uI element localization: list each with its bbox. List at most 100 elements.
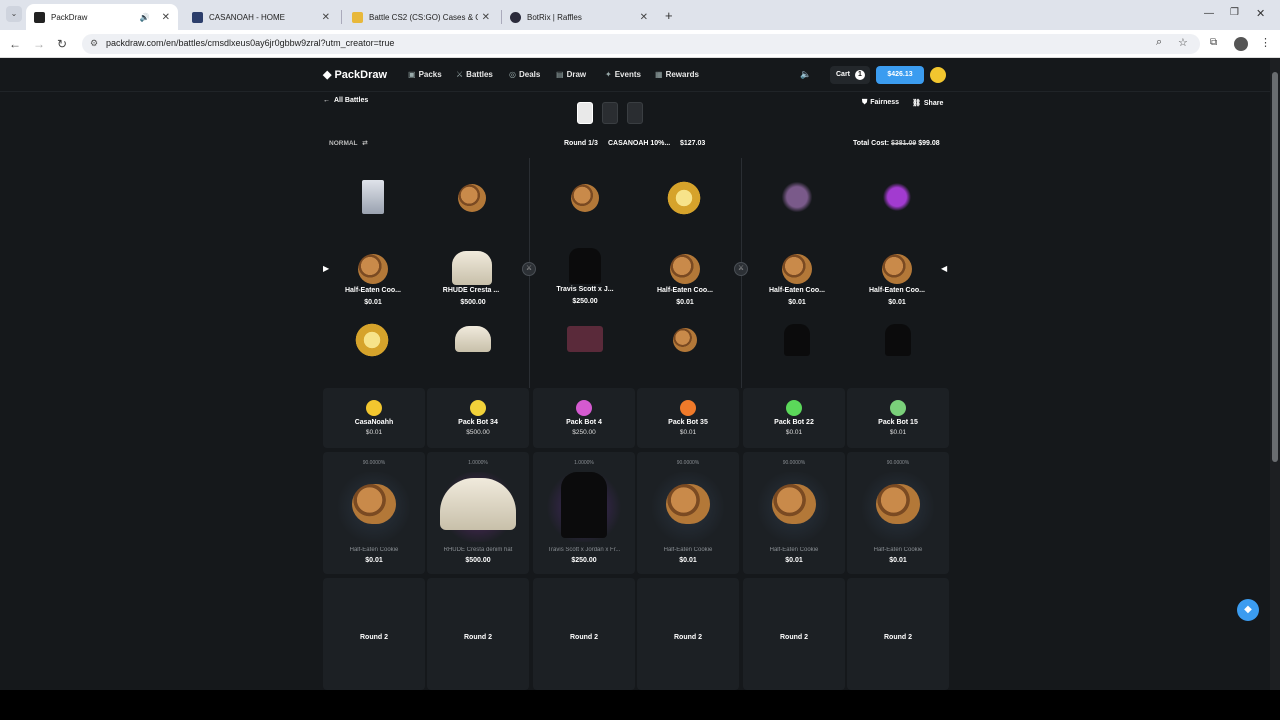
won-item-card[interactable]: 1.0000% Travis Scott x Jordan x Fr... $2…	[533, 452, 635, 574]
reel-result-price: $0.01	[788, 299, 806, 306]
player-card[interactable]: Pack Bot 4 $250.00	[533, 388, 635, 448]
nav-events[interactable]: ✦ Events	[605, 70, 641, 79]
hat-image	[440, 478, 516, 530]
player-avatar	[470, 400, 486, 416]
player-card[interactable]: Pack Bot 22 $0.01	[743, 388, 845, 448]
pack-thumbnail-selected[interactable]	[577, 102, 593, 124]
balance-button[interactable]: $426.13	[876, 66, 924, 84]
battle-mode: NORMAL ⇄	[329, 139, 368, 147]
back-arrow-icon[interactable]: ←	[9, 37, 21, 51]
nav-battles[interactable]: ⚔ Battles	[456, 70, 493, 79]
battle-favicon-icon	[352, 11, 363, 23]
pack-thumbnail[interactable]	[627, 102, 643, 124]
player-name: Pack Bot 4	[566, 419, 602, 426]
player-value: $500.00	[466, 429, 490, 436]
extensions-icon[interactable]: ⧉	[1210, 37, 1217, 48]
close-icon[interactable]: ✕	[482, 12, 490, 23]
nav-rewards[interactable]: ▦ Rewards	[655, 70, 699, 79]
nav-draw[interactable]: ▤ Draw	[556, 70, 586, 79]
won-item-card[interactable]: 90.0000% Half-Eaten Cookie $0.01	[323, 452, 425, 574]
item-price: $250.00	[571, 557, 597, 564]
bookmark-star-icon[interactable]: ☆	[1178, 36, 1188, 49]
speaker-icon[interactable]: 🔊	[140, 13, 150, 22]
tab-packdraw[interactable]: PackDraw 🔊 ✕	[26, 4, 178, 30]
tab-strip: ⌄ PackDraw 🔊 ✕ CASANOAH - HOME ✕ Battle …	[0, 0, 1280, 30]
nav-label: Deals	[518, 70, 541, 79]
sound-icon[interactable]: 🔈	[800, 69, 811, 80]
page-scrollbar[interactable]	[1270, 58, 1280, 690]
player-value: $0.01	[679, 429, 697, 436]
tab-botrix[interactable]: BotRix | Raffles ✕	[502, 4, 656, 30]
reel-result-name: RHUDE Cresta ...	[442, 287, 500, 294]
tab-casanoah[interactable]: CASANOAH - HOME ✕	[184, 4, 338, 30]
address-bar[interactable]: ⚙ packdraw.com/en/battles/cmsdlxeus0ay6j…	[82, 34, 1200, 54]
item-name: Half-Eaten Cookie	[873, 547, 923, 553]
window-close-button[interactable]: ✕	[1256, 7, 1265, 20]
close-icon[interactable]: ✕	[322, 12, 330, 23]
round-label: Round 2	[780, 634, 808, 641]
won-item-card[interactable]: 1.0000% RHUDE Cresta denim hat $500.00	[427, 452, 529, 574]
rewards-icon: ▦	[655, 70, 663, 79]
round-card: Round 2	[323, 578, 425, 690]
scrollbar-thumb[interactable]	[1272, 72, 1278, 462]
tab-divider	[341, 10, 342, 24]
reel-result-price: $0.01	[364, 299, 382, 306]
close-icon[interactable]: ✕	[162, 12, 170, 23]
new-tab-button[interactable]: +	[665, 8, 673, 23]
player-value: $0.01	[365, 429, 383, 436]
cart-button[interactable]: Cart 1	[830, 66, 870, 84]
reload-icon[interactable]: ↻	[57, 37, 67, 51]
packs-icon: ▣	[408, 70, 416, 79]
reel-item-cookie	[673, 328, 697, 352]
shield-icon: ⛊	[862, 99, 868, 106]
player-card[interactable]: Pack Bot 35 $0.01	[637, 388, 739, 448]
item-price: $0.01	[889, 557, 907, 564]
item-odds: 90.0000%	[782, 460, 806, 466]
player-avatar	[366, 400, 382, 416]
site-info-icon[interactable]: ⚙	[90, 38, 98, 49]
won-item-card[interactable]: 90.0000% Half-Eaten Cookie $0.01	[847, 452, 949, 574]
item-name: Half-Eaten Cookie	[349, 547, 399, 553]
player-card[interactable]: Pack Bot 34 $500.00	[427, 388, 529, 448]
pack-thumbnail[interactable]	[602, 102, 618, 124]
user-avatar[interactable]	[930, 67, 946, 83]
profile-avatar[interactable]	[1234, 37, 1248, 51]
menu-kebab-icon[interactable]: ⋮	[1260, 36, 1271, 49]
nav-packs[interactable]: ▣ Packs	[408, 70, 442, 79]
versus-icon: ⚔	[734, 262, 748, 276]
url-text[interactable]: packdraw.com/en/battles/cmsdlxeus0ay6jr0…	[106, 38, 394, 48]
share-link[interactable]: ⛓ Share	[912, 99, 943, 107]
close-icon[interactable]: ✕	[640, 12, 648, 23]
tab-search-button[interactable]: ⌄	[6, 6, 22, 22]
round-card: Round 2	[427, 578, 529, 690]
nav-label: Draw	[566, 70, 587, 79]
player-name: Pack Bot 34	[458, 419, 498, 426]
minimize-button[interactable]: —	[1204, 8, 1214, 19]
reel-result-price: $0.01	[888, 299, 906, 306]
player-value: $0.01	[889, 429, 907, 436]
packdraw-favicon-icon	[34, 11, 45, 23]
nav-deals[interactable]: ◎ Deals	[509, 70, 540, 79]
battles-icon: ⚔	[456, 70, 464, 79]
reel-item-medal	[664, 180, 704, 216]
mode-label: NORMAL	[329, 140, 358, 147]
player-card[interactable]: CasaNoahh $0.01	[323, 388, 425, 448]
all-battles-link[interactable]: ← All Battles	[323, 97, 368, 104]
forward-arrow-icon[interactable]: →	[33, 37, 45, 51]
maximize-button[interactable]: ❐	[1230, 7, 1239, 18]
round-card: Round 2	[847, 578, 949, 690]
tab-battle-cs2[interactable]: Battle CS2 (CS:GO) Cases & Get ✕	[344, 4, 498, 30]
won-item-card[interactable]: 90.0000% Half-Eaten Cookie $0.01	[743, 452, 845, 574]
reel-item-cookie	[571, 184, 599, 212]
item-name: Travis Scott x Jordan x Fr...	[547, 547, 621, 553]
fairness-link[interactable]: ⛊ Fairness	[862, 99, 899, 107]
packdraw-logo[interactable]: ◆ PackDraw	[323, 68, 387, 81]
support-chat-button[interactable]: ◆	[1237, 599, 1259, 621]
total-cost-old: $381.09	[891, 140, 917, 147]
won-item-card[interactable]: 90.0000% Half-Eaten Cookie $0.01	[637, 452, 739, 574]
reel-item-figure	[881, 180, 913, 214]
zoom-icon[interactable]: ⌕	[1156, 36, 1162, 49]
link-icon: ⛓	[912, 100, 921, 107]
draw-icon: ▤	[556, 70, 564, 79]
player-card[interactable]: Pack Bot 15 $0.01	[847, 388, 949, 448]
